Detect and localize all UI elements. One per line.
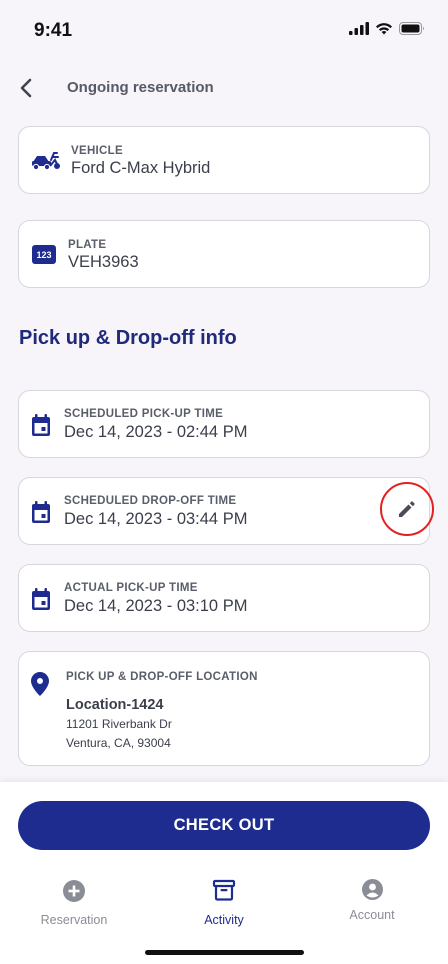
add-circle-icon	[63, 880, 85, 902]
chevron-left-icon	[20, 78, 32, 98]
actual-pickup-value: Dec 14, 2023 - 03:10 PM	[64, 597, 248, 615]
cellular-signal-icon	[349, 22, 369, 35]
plate-icon: 123	[32, 245, 56, 264]
nav-item-reservation[interactable]: Reservation	[19, 880, 129, 927]
home-indicator	[145, 950, 304, 955]
nav-label-account: Account	[349, 908, 395, 922]
actual-pickup-card: ACTUAL PICK-UP TIME Dec 14, 2023 - 03:10…	[18, 564, 430, 632]
nav-label-activity: Activity	[204, 913, 244, 927]
section-title: Pick up & Drop-off info	[19, 327, 237, 349]
vehicle-value: Ford C-Max Hybrid	[71, 159, 211, 177]
edit-dropoff-button[interactable]	[380, 482, 434, 536]
status-bar: 9:41	[0, 0, 448, 60]
location-card: PICK UP & DROP-OFF LOCATION Location-142…	[18, 651, 430, 766]
scheduled-dropoff-value: Dec 14, 2023 - 03:44 PM	[64, 510, 248, 528]
plate-value: VEH3963	[68, 253, 139, 271]
vehicle-icon	[32, 152, 60, 171]
scheduled-pickup-label: SCHEDULED PICK-UP TIME	[64, 408, 224, 420]
wifi-icon	[376, 23, 392, 35]
account-circle-icon	[361, 879, 383, 900]
bottom-bar: CHECK OUT Reservation Activity Account	[0, 782, 448, 964]
check-out-button[interactable]: CHECK OUT	[18, 801, 430, 850]
location-label: PICK UP & DROP-OFF LOCATION	[66, 671, 258, 683]
plate-label: PLATE	[68, 239, 107, 251]
archive-box-icon	[212, 879, 236, 901]
nav-item-activity[interactable]: Activity	[169, 878, 279, 927]
vehicle-card: VEHICLE Ford C-Max Hybrid	[18, 126, 430, 194]
back-button[interactable]	[12, 74, 40, 102]
actual-pickup-label: ACTUAL PICK-UP TIME	[64, 582, 198, 594]
location-address-line2: Ventura, CA, 93004	[66, 736, 171, 750]
scheduled-dropoff-card: SCHEDULED DROP-OFF TIME Dec 14, 2023 - 0…	[18, 477, 434, 545]
vehicle-label: VEHICLE	[71, 145, 123, 157]
scheduled-pickup-value: Dec 14, 2023 - 02:44 PM	[64, 423, 248, 441]
scheduled-dropoff-label: SCHEDULED DROP-OFF TIME	[64, 495, 237, 507]
nav-label-reservation: Reservation	[40, 913, 108, 927]
battery-icon	[399, 22, 424, 35]
calendar-icon	[32, 414, 50, 436]
map-pin-icon	[31, 672, 49, 696]
scheduled-pickup-card: SCHEDULED PICK-UP TIME Dec 14, 2023 - 02…	[18, 390, 430, 458]
page-title: Ongoing reservation	[67, 79, 214, 96]
pencil-icon	[399, 501, 415, 517]
calendar-icon	[32, 501, 50, 523]
location-address-line1: 11201 Riverbank Dr	[66, 717, 172, 731]
location-name: Location-1424	[66, 697, 164, 713]
nav-item-account[interactable]: Account	[317, 879, 427, 922]
header: Ongoing reservation	[0, 60, 448, 116]
plate-card: 123 PLATE VEH3963	[18, 220, 430, 288]
calendar-icon	[32, 588, 50, 610]
status-time: 9:41	[34, 20, 73, 41]
status-icons	[349, 22, 426, 35]
